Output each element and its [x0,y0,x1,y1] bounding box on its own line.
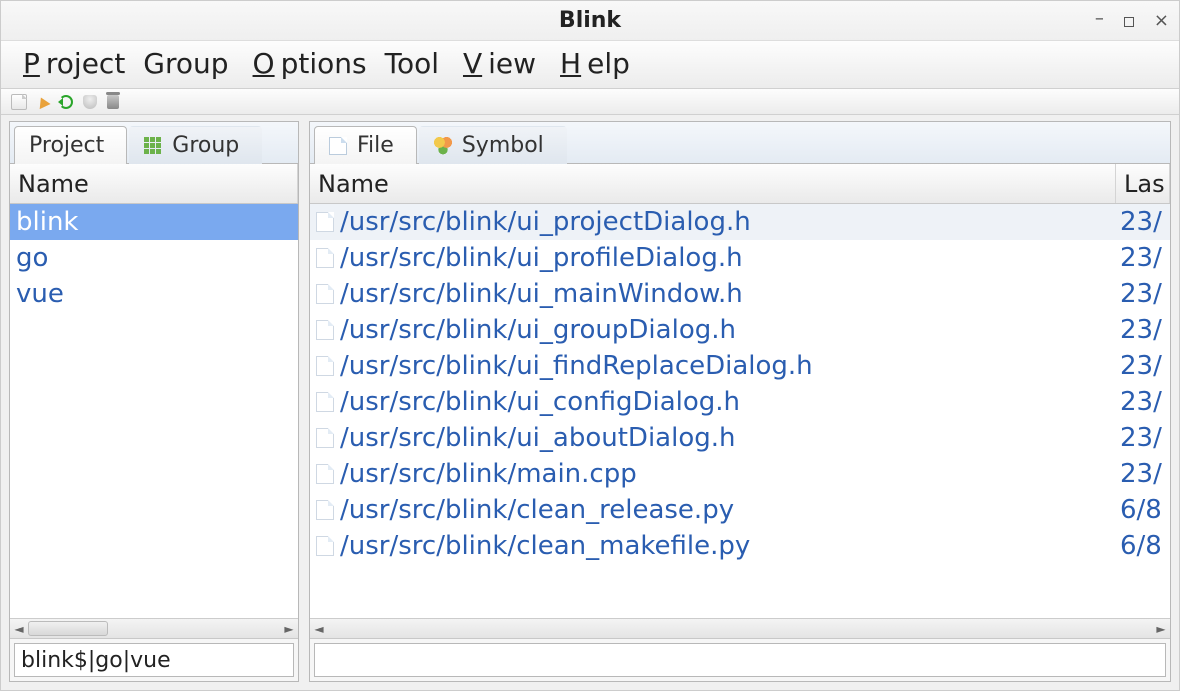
refresh-icon[interactable] [59,95,73,109]
table-row[interactable]: /usr/src/blink/clean_makefile.py 6/8 [310,528,1170,564]
right-tabbar: File Symbol [310,122,1170,164]
maximize-icon[interactable] [1124,17,1134,27]
tab-project-label: Project [29,133,104,158]
new-icon[interactable] [11,94,27,110]
table-row[interactable]: /usr/src/blink/ui_configDialog.h 23/ [310,384,1170,420]
file-icon [316,464,334,484]
right-col-last[interactable]: Las [1116,164,1170,203]
right-filter-input[interactable] [314,643,1166,677]
file-icon [329,137,347,155]
file-icon [316,536,334,556]
tab-project[interactable]: Project [14,126,127,164]
project-pane: Project Group Name blink go vue ◄ ► [9,121,299,682]
open-icon[interactable] [35,94,50,108]
minimize-icon[interactable] [1095,10,1104,31]
left-tabbar: Project Group [10,122,298,164]
file-last: 23/ [1116,351,1170,381]
file-list[interactable]: /usr/src/blink/ui_projectDialog.h 23/ /u… [310,204,1170,618]
table-row[interactable]: /usr/src/blink/ui_findReplaceDialog.h 23… [310,348,1170,384]
file-last: 23/ [1116,315,1170,345]
file-path: /usr/src/blink/ui_profileDialog.h [340,243,743,273]
menu-view[interactable]: View [451,47,542,80]
project-name: go [16,243,48,273]
file-last: 6/8 [1116,531,1170,561]
right-hscrollbar[interactable]: ◄ ► [310,618,1170,638]
main-split: Project Group Name blink go vue ◄ ► [1,115,1179,690]
trash-icon[interactable] [107,95,119,109]
list-item[interactable]: vue [10,276,298,312]
menu-tool[interactable]: Tool [379,47,445,80]
table-row[interactable]: /usr/src/blink/ui_groupDialog.h 23/ [310,312,1170,348]
left-col-name[interactable]: Name [10,164,298,203]
file-path: /usr/src/blink/ui_groupDialog.h [340,315,736,345]
close-icon[interactable] [1154,10,1169,31]
tab-group[interactable]: Group [129,126,262,164]
scroll-thumb[interactable] [28,621,108,636]
file-path: /usr/src/blink/clean_release.py [340,495,734,525]
file-icon [316,320,334,340]
tab-symbol[interactable]: Symbol [419,126,567,164]
menu-project[interactable]: Project [11,47,131,80]
tab-file[interactable]: File [314,126,417,164]
file-path: /usr/src/blink/ui_projectDialog.h [340,207,751,237]
scroll-right-icon[interactable]: ► [280,619,298,638]
file-path: /usr/src/blink/ui_configDialog.h [340,387,740,417]
table-row[interactable]: /usr/src/blink/main.cpp 23/ [310,456,1170,492]
project-list[interactable]: blink go vue [10,204,298,618]
left-hscrollbar[interactable]: ◄ ► [10,618,298,638]
scroll-right-icon[interactable]: ► [1152,619,1170,638]
file-path: /usr/src/blink/ui_aboutDialog.h [340,423,735,453]
file-last: 23/ [1116,423,1170,453]
scroll-left-icon[interactable]: ◄ [310,619,328,638]
right-list-header: Name Las [310,164,1170,204]
menu-help[interactable]: Help [548,47,636,80]
file-path: /usr/src/blink/ui_findReplaceDialog.h [340,351,813,381]
scroll-left-icon[interactable]: ◄ [10,619,28,638]
menu-group[interactable]: Group [137,47,234,80]
left-list-header: Name [10,164,298,204]
file-last: 6/8 [1116,495,1170,525]
tab-symbol-label: Symbol [462,133,544,158]
file-last: 23/ [1116,387,1170,417]
file-icon [316,356,334,376]
symbol-icon [434,137,452,155]
table-row[interactable]: /usr/src/blink/clean_release.py 6/8 [310,492,1170,528]
file-last: 23/ [1116,279,1170,309]
file-icon [316,248,334,268]
toolbar [1,89,1179,115]
file-path: /usr/src/blink/clean_makefile.py [340,531,750,561]
file-icon [316,392,334,412]
file-last: 23/ [1116,243,1170,273]
menu-options[interactable]: Options [241,47,373,80]
table-row[interactable]: /usr/src/blink/ui_aboutDialog.h 23/ [310,420,1170,456]
table-row[interactable]: /usr/src/blink/ui_profileDialog.h 23/ [310,240,1170,276]
file-last: 23/ [1116,207,1170,237]
file-pane: File Symbol Name Las /usr/src/blink/ui_p… [309,121,1171,682]
file-path: /usr/src/blink/main.cpp [340,459,637,489]
titlebar: Blink [1,1,1179,41]
window-title: Blink [559,8,621,33]
storage-icon[interactable] [83,95,97,109]
project-name: blink [16,207,79,237]
project-name: vue [16,279,64,309]
tab-group-label: Group [172,133,239,158]
menubar: Project Group Options Tool View Help [1,41,1179,89]
left-filter-input[interactable] [14,643,294,677]
file-icon [316,428,334,448]
table-row[interactable]: /usr/src/blink/ui_mainWindow.h 23/ [310,276,1170,312]
file-icon [316,284,334,304]
tab-file-label: File [357,133,394,158]
table-row[interactable]: /usr/src/blink/ui_projectDialog.h 23/ [310,204,1170,240]
grid-icon [144,137,162,155]
file-icon [316,500,334,520]
file-last: 23/ [1116,459,1170,489]
file-icon [316,212,334,232]
file-path: /usr/src/blink/ui_mainWindow.h [340,279,743,309]
list-item[interactable]: blink [10,204,298,240]
list-item[interactable]: go [10,240,298,276]
right-col-name[interactable]: Name [310,164,1116,203]
